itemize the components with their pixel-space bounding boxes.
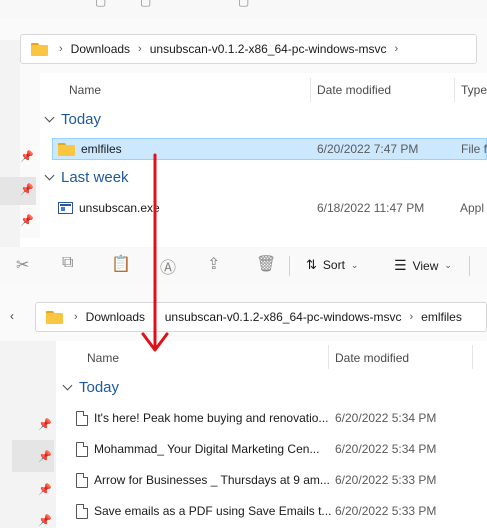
breadcrumb-item-downloads[interactable]: Downloads [71,42,130,56]
copy-icon[interactable]: ⧉ [62,254,73,272]
file-name: Save emails as a PDF using Save Emails t… [94,504,332,518]
chevron-down-icon: ⌄ [350,259,359,270]
file-type: File f [461,142,487,156]
group-header-today[interactable]: Today [62,379,119,396]
group-header-today[interactable]: Today [44,111,101,128]
document-icon [76,472,88,488]
list-item[interactable]: Save emails as a PDF using Save Emails t… [70,500,487,522]
chevron-right-icon: › [74,311,78,323]
file-date: 6/20/2022 5:34 PM [335,411,437,425]
list-item[interactable]: It's here! Peak home buying and renovati… [70,407,487,429]
file-date: 6/18/2022 11:47 PM [317,201,425,215]
view-icon: ☰ [394,257,407,273]
pin-icon[interactable]: 📌 [38,419,52,431]
paste-icon[interactable]: 📋 [111,254,131,274]
chevron-right-icon: › [138,43,142,55]
bottom-explorer-window: ✂ ⧉ 📋 Ⓐ ⇪ 🗑 ⇅ Sort ⌄ ☰ View ⌄ ‹ › Downlo… [0,247,487,528]
column-header-type[interactable]: Type [461,83,487,97]
address-bar[interactable]: › Downloads › unsubscan-v0.1.2-x86_64-pc… [20,34,477,64]
pin-icon[interactable]: 📌 [20,151,34,163]
chevron-down-icon [62,380,73,391]
sort-icon: ⇅ [306,257,317,272]
command-bar: ✂ ⧉ 📋 Ⓐ ⇪ 🗑 ⇅ Sort ⌄ ☰ View ⌄ [0,247,487,285]
file-date: 6/20/2022 5:34 PM [335,442,437,456]
breadcrumb-item-unsubscan[interactable]: unsubscan-v0.1.2-x86_64-pc-windows-msvc [150,42,387,56]
file-name: emlfiles [81,142,122,156]
pin-icon[interactable]: 📌 [38,484,52,496]
chevron-down-icon [44,112,55,123]
file-date: 6/20/2022 7:47 PM [317,142,419,156]
chevron-right-icon: › [394,43,399,55]
file-date: 6/20/2022 5:33 PM [335,473,437,487]
pin-icon[interactable]: 📌 [38,515,52,527]
delete-icon[interactable]: 🗑 [256,254,276,274]
sort-button[interactable]: ⇅ Sort ⌄ [306,257,358,273]
folder-icon [46,310,63,324]
nav-pane [0,40,20,247]
breadcrumb-item-emlfiles[interactable]: emlfiles [421,310,462,324]
chevron-down-icon: ⌄ [444,260,452,270]
top-explorer-window: ▢ ▢ ▢ › Downloads › unsubscan-v0.1.2-x86… [0,0,487,247]
copy-icon[interactable]: ▢ [95,0,106,8]
column-header-date-modified[interactable]: Date modified [335,351,409,365]
column-header-name[interactable]: Name [87,351,119,365]
chevron-right-icon: › [153,311,157,323]
folder-icon [31,42,48,56]
back-chevron-icon[interactable]: ‹ [10,309,14,323]
cut-icon[interactable]: ✂ [16,255,29,275]
exe-icon [58,202,73,214]
chevron-down-icon [44,170,55,181]
share-icon[interactable]: ⇪ [207,254,220,274]
file-name: unsubscan.exe [79,201,160,215]
file-date: 6/20/2022 5:33 PM [335,504,437,518]
list-item[interactable]: Mohammad_ Your Digital Marketing Cen... … [70,438,487,460]
address-bar[interactable]: › Downloads › unsubscan-v0.1.2-x86_64-pc… [35,302,487,332]
chevron-right-icon: › [59,43,63,55]
list-item-unsubscan-exe[interactable]: unsubscan.exe 6/18/2022 11:47 PM Appl [52,197,487,219]
document-icon [76,441,88,457]
rename-icon[interactable]: Ⓐ [160,254,176,278]
delete-icon[interactable]: ▢ [238,0,249,8]
pin-icon[interactable]: 📌 [20,215,34,227]
file-type: Appl [460,201,485,215]
list-item[interactable]: Arrow for Businesses _ Thursdays at 9 am… [70,469,487,491]
chevron-right-icon: › [409,311,414,323]
nav-pane [0,341,56,528]
list-item-emlfiles[interactable]: emlfiles 6/20/2022 7:47 PM File f [52,138,487,160]
column-header-name[interactable]: Name [69,83,101,97]
document-icon [76,410,88,426]
breadcrumb-item-downloads[interactable]: Downloads [86,310,145,324]
paste-icon[interactable]: ▢ [140,0,151,8]
view-button[interactable]: ☰ View ⌄ [394,257,452,274]
column-header-date-modified[interactable]: Date modified [317,83,391,97]
file-name: Arrow for Businesses _ Thursdays at 9 am… [94,473,330,487]
top-toolbar-strip: ▢ ▢ ▢ [0,0,487,18]
document-icon [76,503,88,519]
file-name: It's here! Peak home buying and renovati… [94,411,329,425]
pin-icon[interactable]: 📌 [20,184,34,196]
file-name: Mohammad_ Your Digital Marketing Cen... [94,442,320,456]
folder-icon [58,142,75,156]
breadcrumb-item-unsubscan[interactable]: unsubscan-v0.1.2-x86_64-pc-windows-msvc [165,310,402,324]
pin-icon[interactable]: 📌 [38,451,52,463]
group-header-last-week[interactable]: Last week [44,169,129,186]
